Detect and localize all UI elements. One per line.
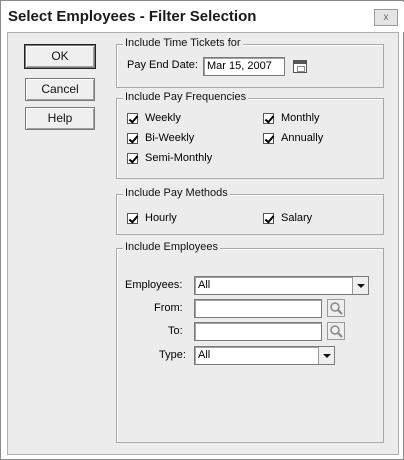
salary-checkbox[interactable] — [263, 213, 274, 224]
annually-label: Annually — [281, 132, 324, 144]
hourly-label: Hourly — [145, 212, 177, 224]
from-field[interactable] — [194, 299, 322, 318]
magnifier-icon — [330, 302, 343, 315]
bi-weekly-checkbox[interactable] — [127, 133, 138, 144]
employees-group: Include Employees Employees: All From: T… — [116, 241, 384, 443]
ok-button[interactable]: OK — [24, 44, 96, 69]
monthly-checkbox[interactable] — [263, 113, 274, 124]
pay-end-date-label: Pay End Date: — [127, 59, 198, 71]
employees-label: Employees: — [125, 279, 183, 291]
to-label: To: — [168, 325, 183, 337]
weekly-checkbox[interactable] — [127, 113, 138, 124]
annually-checkbox[interactable] — [263, 133, 274, 144]
close-button[interactable]: x — [374, 9, 398, 26]
pay-end-date-field[interactable]: Mar 15, 2007 — [203, 57, 285, 76]
salary-label: Salary — [281, 212, 313, 224]
chevron-down-icon[interactable] — [318, 347, 334, 364]
employees-legend: Include Employees — [123, 241, 220, 253]
calendar-icon[interactable] — [293, 60, 307, 73]
to-field[interactable] — [194, 322, 322, 341]
help-button[interactable]: Help — [25, 107, 95, 130]
pay-frequencies-group: Include Pay Frequencies Weekly Monthly B… — [116, 91, 384, 179]
from-label: From: — [154, 302, 183, 314]
pay-frequencies-legend: Include Pay Frequencies — [123, 91, 249, 103]
dialog-title: Select Employees - Filter Selection — [8, 8, 257, 25]
type-select[interactable]: All — [194, 346, 335, 365]
monthly-label: Monthly — [281, 112, 320, 124]
chevron-down-icon[interactable] — [352, 277, 368, 294]
close-icon: x — [383, 12, 389, 23]
type-label: Type: — [159, 349, 186, 361]
dialog-body: OK Cancel Help Include Time Tickets for … — [7, 32, 399, 455]
type-select-value: All — [198, 349, 211, 361]
cancel-button[interactable]: Cancel — [25, 78, 95, 101]
magnifier-icon — [330, 325, 343, 338]
pay-methods-group: Include Pay Methods Hourly Salary — [116, 187, 384, 235]
time-tickets-legend: Include Time Tickets for — [123, 37, 243, 49]
from-search-button[interactable] — [327, 299, 345, 317]
title-bar: Select Employees - Filter Selection x — [2, 2, 404, 32]
bi-weekly-label: Bi-Weekly — [145, 132, 195, 144]
employees-select[interactable]: All — [194, 276, 369, 295]
semi-monthly-checkbox[interactable] — [127, 153, 138, 164]
hourly-checkbox[interactable] — [127, 213, 138, 224]
employees-select-value: All — [198, 279, 211, 291]
to-search-button[interactable] — [327, 322, 345, 340]
filter-selection-dialog: Select Employees - Filter Selection x OK… — [0, 0, 404, 460]
semi-monthly-label: Semi-Monthly — [145, 152, 213, 164]
weekly-label: Weekly — [145, 112, 181, 124]
time-tickets-group: Include Time Tickets for Pay End Date: M… — [116, 37, 384, 88]
pay-methods-legend: Include Pay Methods — [123, 187, 230, 199]
